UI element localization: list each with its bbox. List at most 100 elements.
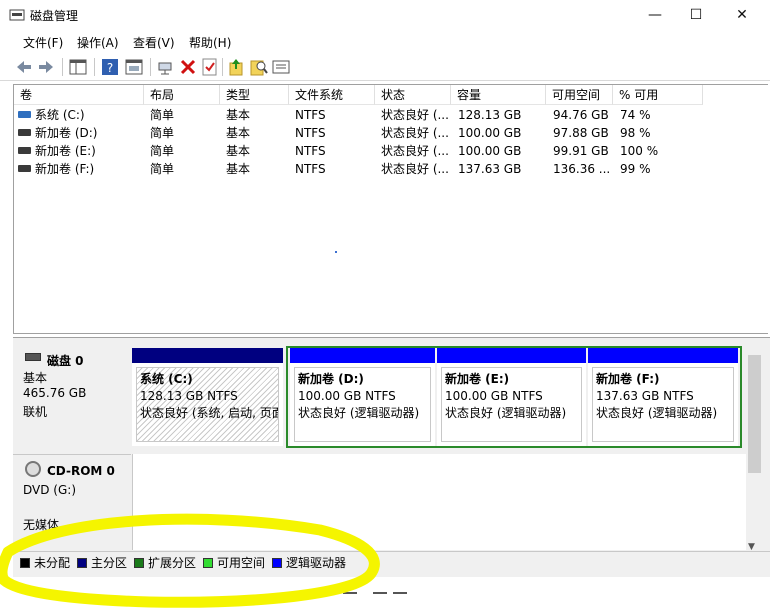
back-icon[interactable] (14, 57, 34, 77)
console-tree-icon[interactable] (68, 57, 88, 77)
delete-icon[interactable] (178, 57, 198, 77)
table-row[interactable]: 新加卷 (F:) 简单 基本 NTFS 状态良好 (... 137.63 GB … (14, 160, 769, 178)
menu-action[interactable]: 操作(A) (77, 34, 119, 51)
partition-size: 128.13 GB NTFS (140, 389, 238, 403)
minimize-button[interactable]: — (632, 0, 678, 30)
volume-list: 卷 布局 类型 文件系统 状态 容量 可用空间 % 可用 系统 (C:) 简单 … (13, 84, 768, 334)
table-row[interactable]: 新加卷 (D:) 简单 基本 NTFS 状态良好 (... 100.00 GB … (14, 124, 769, 142)
logical-drive-band (437, 348, 586, 363)
cell-volume: 新加卷 (E:) (35, 144, 96, 158)
search-icon[interactable] (249, 57, 269, 77)
cell-free-space: 99.91 GB (553, 144, 609, 158)
menu-view[interactable]: 查看(V) (133, 34, 175, 51)
partition-status: 状态良好 (逻辑驱动器) (596, 406, 718, 420)
col-header-volume[interactable]: 卷 (14, 85, 144, 105)
disk-0-size: 465.76 GB (23, 386, 87, 400)
partition-d[interactable]: 新加卷 (D:) 100.00 GB NTFS 状态良好 (逻辑驱动器) (290, 348, 435, 446)
maximize-button[interactable]: ☐ (673, 0, 719, 30)
disk-0-state: 联机 (23, 405, 48, 419)
forward-icon[interactable] (36, 57, 56, 77)
legend-unallocated: 未分配 (20, 557, 70, 569)
up-icon[interactable] (226, 57, 246, 77)
cell-layout: 简单 (150, 144, 175, 158)
cd-drive-icon (25, 461, 41, 477)
legend-primary: 主分区 (77, 557, 127, 569)
col-header-filesystem[interactable]: 文件系统 (289, 85, 375, 105)
status-tick (373, 592, 387, 594)
col-header-capacity[interactable]: 容量 (451, 85, 546, 105)
cell-free-space: 136.36 ... (553, 162, 611, 176)
disk-0-info[interactable]: 磁盘 0 基本 465.76 GB 联机 (13, 348, 131, 452)
partition-size: 137.63 GB NTFS (596, 389, 694, 403)
menu-help[interactable]: 帮助(H) (189, 34, 231, 51)
legend-label: 可用空间 (217, 556, 266, 570)
title-bar: 磁盘管理 — ☐ ✕ (0, 0, 770, 30)
partition-f[interactable]: 新加卷 (F:) 137.63 GB NTFS 状态良好 (逻辑驱动器) (588, 348, 738, 446)
legend-swatch (77, 558, 87, 568)
cdrom-info[interactable]: CD-ROM 0 DVD (G:) 无媒体 (13, 454, 131, 550)
col-header-free-space[interactable]: 可用空间 (546, 85, 613, 105)
menu-file[interactable]: 文件(F) (23, 34, 63, 51)
toolbar: ? (0, 53, 770, 81)
partition-e[interactable]: 新加卷 (E:) 100.00 GB NTFS 状态良好 (逻辑驱动器) (437, 348, 586, 446)
bottom-strip (13, 578, 770, 611)
partition-name: 新加卷 (E:) (445, 372, 510, 386)
disk-layout-panel: 磁盘 0 基本 465.76 GB 联机 系统 (C:) 128.13 GB N… (13, 337, 770, 577)
hard-disk-icon (25, 353, 41, 361)
cell-filesystem: NTFS (295, 162, 326, 176)
legend-swatch (20, 558, 30, 568)
col-header-percent-free[interactable]: % 可用 (613, 85, 703, 105)
cell-capacity: 100.00 GB (458, 126, 522, 140)
system-drive-icon (18, 111, 31, 118)
list-icon[interactable] (271, 57, 291, 77)
partition-name: 系统 (C:) (140, 372, 193, 386)
primary-partition-band (132, 348, 283, 363)
cell-percent-free: 98 % (620, 126, 651, 140)
cell-free-space: 94.76 GB (553, 108, 609, 122)
help-icon[interactable]: ? (100, 57, 120, 77)
drive-icon (18, 165, 31, 172)
legend-swatch (134, 558, 144, 568)
legend-label: 未分配 (34, 556, 71, 570)
disk-management-app-icon (9, 9, 25, 21)
col-header-layout[interactable]: 布局 (144, 85, 220, 105)
cell-filesystem: NTFS (295, 108, 326, 122)
toolbar-separator (62, 58, 63, 76)
cell-capacity: 100.00 GB (458, 144, 522, 158)
cell-filesystem: NTFS (295, 126, 326, 140)
table-row[interactable]: 新加卷 (E:) 简单 基本 NTFS 状态良好 (... 100.00 GB … (14, 142, 769, 160)
toolbar-separator (150, 58, 151, 76)
cell-filesystem: NTFS (295, 144, 326, 158)
col-header-type[interactable]: 类型 (220, 85, 289, 105)
check-icon[interactable] (200, 57, 220, 77)
close-button[interactable]: ✕ (719, 0, 765, 30)
partition-status: 状态良好 (逻辑驱动器) (298, 406, 420, 420)
cdrom-area[interactable] (132, 454, 746, 550)
partition-c[interactable]: 系统 (C:) 128.13 GB NTFS 状态良好 (系统, 启动, 页面 (132, 348, 283, 446)
cell-status: 状态良好 (... (381, 126, 449, 140)
status-tick (343, 592, 357, 594)
cdrom-drive: DVD (G:) (23, 483, 76, 497)
cell-layout: 简单 (150, 162, 175, 176)
cell-free-space: 97.88 GB (553, 126, 609, 140)
partition-name: 新加卷 (D:) (298, 372, 364, 386)
cell-capacity: 137.63 GB (458, 162, 522, 176)
legend-logical: 逻辑驱动器 (272, 557, 346, 569)
cell-percent-free: 74 % (620, 108, 651, 122)
legend-label: 扩展分区 (148, 556, 197, 570)
partition-status: 状态良好 (逻辑驱动器) (445, 406, 567, 420)
cell-status: 状态良好 (... (381, 144, 449, 158)
scrollbar-thumb[interactable] (748, 355, 761, 473)
legend-label: 逻辑驱动器 (286, 556, 347, 570)
vertical-scrollbar[interactable]: ▼ (746, 352, 763, 552)
legend-free-space: 可用空间 (203, 557, 265, 569)
table-row[interactable]: 系统 (C:) 简单 基本 NTFS 状态良好 (... 128.13 GB 9… (14, 106, 769, 124)
cdrom-media: 无媒体 (23, 518, 60, 532)
partition-size: 100.00 GB NTFS (298, 389, 396, 403)
col-header-status[interactable]: 状态 (375, 85, 451, 105)
connect-icon[interactable] (156, 57, 176, 77)
cell-status: 状态良好 (... (381, 162, 449, 176)
partition-d-body: 新加卷 (D:) 100.00 GB NTFS 状态良好 (逻辑驱动器) (294, 367, 431, 442)
logical-drive-band (588, 348, 738, 363)
properties-icon[interactable] (124, 57, 144, 77)
